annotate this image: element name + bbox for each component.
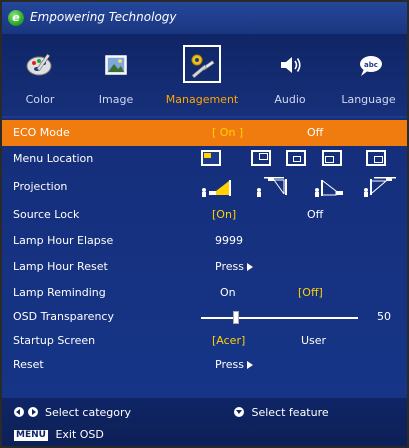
projection-rear-desktop-icon[interactable]	[313, 176, 349, 198]
lamp-hour-elapse-label: Lamp Hour Elapse	[13, 234, 114, 247]
tab-audio[interactable]: Audio	[250, 34, 330, 116]
osd-footer: Select category Select feature MENU Exit…	[2, 398, 407, 446]
tab-label-color: Color	[25, 93, 55, 106]
language-bubble-icon: abc	[359, 56, 382, 76]
menu-location-label: Menu Location	[13, 152, 94, 165]
lamp-hour-elapse-value: 9999	[215, 234, 243, 247]
menu-row-lamp-reminding[interactable]: Lamp Reminding On [Off]	[2, 280, 407, 306]
projection-front-ceiling-icon[interactable]	[255, 176, 291, 198]
reset-press-button[interactable]: Press	[215, 358, 253, 371]
menu-key-icon: MENU	[14, 430, 48, 441]
menu-location-center-icon[interactable]	[286, 150, 306, 166]
left-arrow-key-icon	[14, 407, 24, 417]
exit-osd-hint: MENU Exit OSD	[14, 428, 104, 441]
eco-mode-label: ECO Mode	[13, 126, 70, 139]
menu-row-startup-screen[interactable]: Startup Screen [Acer] User	[2, 328, 407, 354]
reset-press-label: Press	[215, 358, 244, 371]
lamp-hour-reset-label: Lamp Hour Reset	[13, 260, 108, 273]
osd-transparency-slider-thumb[interactable]	[232, 311, 239, 324]
menu-row-osd-transparency[interactable]: OSD Transparency 50	[2, 304, 407, 330]
osd-header: e Empowering Technology	[2, 2, 407, 34]
image-icon	[105, 55, 127, 75]
play-arrow-icon	[246, 361, 253, 369]
osd-transparency-value: 50	[377, 310, 391, 323]
tab-management[interactable]: Management	[154, 34, 250, 116]
source-lock-off-option[interactable]: Off	[307, 208, 323, 221]
management-menu: ECO Mode [ On ] Off Menu Location Projec…	[2, 118, 407, 398]
menu-row-lamp-hour-reset[interactable]: Lamp Hour Reset Press	[2, 254, 407, 280]
menu-row-eco-mode[interactable]: ECO Mode [ On ] Off	[2, 120, 407, 146]
tab-label-audio: Audio	[274, 93, 306, 106]
projection-label: Projection	[13, 180, 68, 193]
lamp-reminding-label: Lamp Reminding	[13, 286, 106, 299]
tab-language[interactable]: abc Language	[330, 34, 407, 116]
select-feature-text: Select feature	[251, 406, 329, 419]
header-tagline: Empowering Technology	[30, 10, 177, 24]
tab-label-language: Language	[341, 93, 396, 106]
menu-row-reset[interactable]: Reset Press	[2, 352, 407, 378]
menu-row-projection[interactable]: Projection	[2, 174, 407, 200]
acer-empowering-logo-icon: e	[8, 10, 24, 26]
right-arrow-key-icon	[27, 407, 38, 417]
startup-screen-user-option[interactable]: User	[301, 334, 326, 347]
tab-label-management: Management	[165, 93, 239, 106]
osd-transparency-label: OSD Transparency	[13, 310, 114, 323]
select-category-hint: Select category	[14, 406, 131, 419]
menu-row-lamp-hour-elapse: Lamp Hour Elapse 9999	[2, 228, 407, 254]
osd-window: e Empowering Technology Color Image Mana…	[0, 0, 409, 448]
lamp-reminding-on-option[interactable]: On	[220, 286, 236, 299]
tab-label-image: Image	[98, 93, 134, 106]
startup-screen-label: Startup Screen	[13, 334, 96, 347]
eco-mode-on-option[interactable]: [ On ]	[212, 126, 243, 139]
down-arrow-key-icon	[234, 407, 244, 417]
tools-icon	[191, 54, 215, 79]
menu-location-bottom-right-icon[interactable]	[366, 150, 386, 166]
menu-row-menu-location[interactable]: Menu Location	[2, 146, 407, 172]
category-tab-bar: Color Image Management Audio abc Languag…	[2, 34, 407, 116]
source-lock-label: Source Lock	[13, 208, 80, 221]
play-arrow-icon	[246, 263, 253, 271]
projection-rear-ceiling-icon[interactable]	[362, 176, 398, 198]
menu-row-source-lock[interactable]: Source Lock [On] Off	[2, 202, 407, 228]
menu-location-top-right-icon[interactable]	[251, 150, 271, 166]
startup-screen-acer-option[interactable]: [Acer]	[212, 334, 245, 347]
lamp-hour-reset-press-button[interactable]: Press	[215, 260, 253, 273]
tab-color[interactable]: Color	[2, 34, 78, 116]
osd-transparency-slider-track[interactable]	[201, 317, 358, 319]
color-palette-icon	[26, 53, 52, 76]
tab-image[interactable]: Image	[78, 34, 154, 116]
speaker-icon	[281, 57, 301, 73]
projection-front-desktop-icon[interactable]	[200, 176, 236, 198]
select-feature-hint: Select feature	[234, 406, 329, 419]
menu-location-top-left-icon[interactable]	[201, 150, 221, 166]
menu-location-bottom-left-icon[interactable]	[322, 150, 342, 166]
reset-label: Reset	[13, 358, 44, 371]
svg-text:abc: abc	[364, 61, 378, 69]
source-lock-on-option[interactable]: [On]	[212, 208, 236, 221]
lamp-hour-reset-press-label: Press	[215, 260, 244, 273]
eco-mode-off-option[interactable]: Off	[307, 126, 323, 139]
exit-osd-text: Exit OSD	[55, 428, 104, 441]
select-category-text: Select category	[45, 406, 132, 419]
lamp-reminding-off-option[interactable]: [Off]	[298, 286, 323, 299]
